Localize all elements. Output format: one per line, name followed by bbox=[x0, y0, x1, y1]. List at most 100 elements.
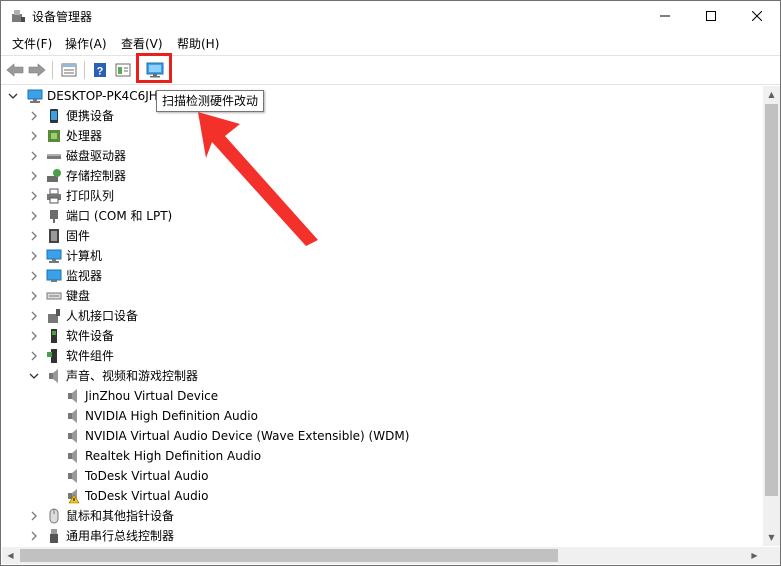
chevron-right-icon[interactable] bbox=[29, 506, 39, 526]
speaker-icon bbox=[65, 468, 81, 484]
view-button[interactable] bbox=[112, 59, 134, 81]
device-item[interactable]: Realtek High Definition Audio bbox=[2, 446, 502, 466]
port-icon bbox=[46, 208, 62, 224]
category-label: 通用串行总线控制器 bbox=[66, 529, 175, 543]
chevron-right-icon[interactable] bbox=[29, 306, 39, 326]
menu-file[interactable]: 文件(F) bbox=[12, 34, 52, 54]
chevron-right-icon[interactable] bbox=[29, 186, 39, 206]
speaker-icon bbox=[65, 448, 81, 464]
tree-category[interactable]: 软件组件 bbox=[2, 346, 402, 366]
disk-drive-icon bbox=[46, 148, 62, 164]
device-manager-icon bbox=[10, 8, 26, 24]
category-label: 声音、视频和游戏控制器 bbox=[66, 369, 199, 383]
tree-category-expanded[interactable]: 声音、视频和游戏控制器 bbox=[2, 366, 402, 386]
chevron-right-icon[interactable] bbox=[29, 286, 39, 306]
forward-button[interactable] bbox=[26, 59, 48, 81]
storage-controller-icon bbox=[46, 168, 62, 184]
chevron-right-icon[interactable] bbox=[29, 266, 39, 286]
hid-icon bbox=[46, 308, 62, 324]
chevron-down-icon[interactable] bbox=[29, 366, 39, 386]
chevron-right-icon[interactable] bbox=[29, 226, 39, 246]
device-item[interactable]: ToDesk Virtual Audio bbox=[2, 486, 502, 506]
tree-category[interactable]: 键盘 bbox=[2, 286, 402, 306]
forward-arrow-icon bbox=[28, 63, 46, 77]
device-manager-window: 设备管理器 文件(F) 操作(A) 查看(V) 帮助(H) ? DESKTOP-… bbox=[0, 0, 781, 566]
minimize-button[interactable] bbox=[642, 1, 688, 31]
tree-category[interactable]: 打印队列 bbox=[2, 186, 402, 206]
keyboard-icon bbox=[46, 288, 62, 304]
tree-category[interactable]: 鼠标和其他指针设备 bbox=[2, 506, 402, 526]
menu-view[interactable]: 查看(V) bbox=[121, 34, 163, 54]
device-item[interactable]: NVIDIA High Definition Audio bbox=[2, 406, 502, 426]
category-label: 便携设备 bbox=[66, 109, 115, 123]
speaker-icon bbox=[65, 388, 81, 404]
help-button[interactable]: ? bbox=[89, 59, 111, 81]
horizontal-scroll-thumb[interactable] bbox=[20, 549, 558, 562]
vertical-scroll-thumb[interactable] bbox=[765, 104, 778, 496]
tree-category[interactable]: 处理器 bbox=[2, 126, 402, 146]
tree-category[interactable]: 软件设备 bbox=[2, 326, 402, 346]
menu-bar: 文件(F) 操作(A) 查看(V) 帮助(H) bbox=[1, 34, 780, 54]
chevron-right-icon[interactable] bbox=[29, 206, 39, 226]
vertical-scrollbar[interactable]: ▲ ▼ bbox=[763, 86, 780, 546]
processor-icon bbox=[46, 128, 62, 144]
device-label: NVIDIA Virtual Audio Device (Wave Extens… bbox=[85, 429, 410, 443]
back-arrow-icon bbox=[6, 63, 24, 77]
maximize-button[interactable] bbox=[688, 1, 734, 31]
chevron-right-icon[interactable] bbox=[29, 126, 39, 146]
scroll-up-icon[interactable]: ▲ bbox=[763, 86, 780, 103]
tree-category[interactable]: 磁盘驱动器 bbox=[2, 146, 402, 166]
chevron-right-icon[interactable] bbox=[29, 346, 39, 366]
tree-category[interactable]: 存储控制器 bbox=[2, 166, 402, 186]
software-component-icon bbox=[46, 348, 62, 364]
menu-action[interactable]: 操作(A) bbox=[65, 34, 107, 54]
computer-icon bbox=[46, 248, 62, 264]
scroll-right-icon[interactable]: ▶ bbox=[746, 547, 763, 564]
close-button[interactable] bbox=[734, 1, 780, 31]
device-label: Realtek High Definition Audio bbox=[85, 449, 262, 463]
firmware-icon bbox=[46, 228, 62, 244]
tree-category[interactable]: 通用串行总线控制器 bbox=[2, 526, 402, 546]
toolbar-separator bbox=[84, 61, 85, 79]
software-device-icon bbox=[46, 328, 62, 344]
category-label: 端口 (COM 和 LPT) bbox=[66, 209, 173, 223]
back-button[interactable] bbox=[4, 59, 26, 81]
category-label: 鼠标和其他指针设备 bbox=[66, 509, 175, 523]
device-item[interactable]: JinZhou Virtual Device bbox=[2, 386, 502, 406]
scroll-left-icon[interactable]: ◀ bbox=[2, 547, 19, 564]
chevron-right-icon[interactable] bbox=[29, 526, 39, 546]
chevron-right-icon[interactable] bbox=[29, 106, 39, 126]
chevron-right-icon[interactable] bbox=[29, 166, 39, 186]
scan-tooltip: 扫描检测硬件改动 bbox=[156, 90, 265, 112]
device-item[interactable]: NVIDIA Virtual Audio Device (Wave Extens… bbox=[2, 426, 502, 446]
category-label: 打印队列 bbox=[66, 189, 115, 203]
category-label: 存储控制器 bbox=[66, 169, 127, 183]
properties-button[interactable] bbox=[58, 59, 80, 81]
mouse-icon bbox=[46, 508, 62, 524]
category-label: 磁盘驱动器 bbox=[66, 149, 127, 163]
tree-category[interactable]: 监视器 bbox=[2, 266, 402, 286]
tree-category[interactable]: 计算机 bbox=[2, 246, 402, 266]
highlight-box bbox=[136, 53, 172, 83]
chevron-right-icon[interactable] bbox=[29, 326, 39, 346]
portable-device-icon bbox=[46, 108, 62, 124]
tree-category[interactable]: 端口 (COM 和 LPT) bbox=[2, 206, 402, 226]
root-label: DESKTOP-PK4C6JH bbox=[47, 89, 158, 103]
category-label: 软件设备 bbox=[66, 329, 115, 343]
properties-icon bbox=[61, 63, 77, 77]
tree-category[interactable]: 人机接口设备 bbox=[2, 306, 402, 326]
device-label: NVIDIA High Definition Audio bbox=[85, 409, 258, 423]
speaker-icon bbox=[65, 408, 81, 424]
chevron-right-icon[interactable] bbox=[29, 146, 39, 166]
chevron-right-icon[interactable] bbox=[29, 246, 39, 266]
usb-icon bbox=[46, 528, 62, 544]
chevron-down-icon[interactable] bbox=[8, 86, 18, 106]
category-label: 人机接口设备 bbox=[66, 309, 139, 323]
device-item[interactable]: ToDesk Virtual Audio bbox=[2, 466, 502, 486]
toolbar: ? bbox=[1, 55, 780, 85]
scrollbar-corner bbox=[763, 547, 780, 564]
menu-help[interactable]: 帮助(H) bbox=[177, 34, 219, 54]
scroll-down-icon[interactable]: ▼ bbox=[763, 529, 780, 546]
tree-category[interactable]: 固件 bbox=[2, 226, 402, 246]
horizontal-scrollbar[interactable]: ◀ ▶ bbox=[2, 547, 763, 564]
